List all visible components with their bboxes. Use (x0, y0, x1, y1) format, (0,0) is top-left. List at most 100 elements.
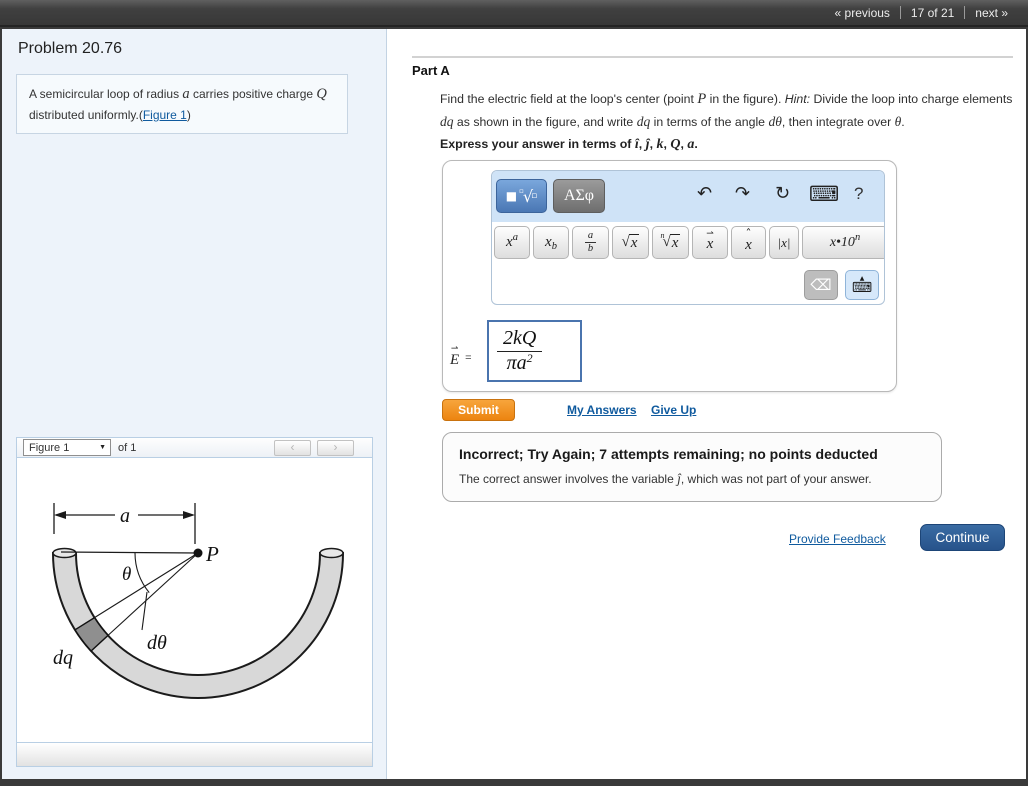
feedback-title: Incorrect; Try Again; 7 attempts remaini… (459, 446, 878, 462)
figure-widget: Figure 1 ▼ of 1 ‹ › a P θ dθ dq (16, 437, 373, 767)
question-segment: in terms of the angle (650, 115, 769, 130)
express-segment: . (694, 137, 698, 151)
give-up-link[interactable]: Give Up (651, 403, 696, 417)
tube-end-cap-right (319, 547, 344, 559)
feedback-segment: , which was not part of your answer. (680, 472, 872, 486)
btn-sup: a (512, 232, 518, 243)
semicircular-loop-figure: a P θ dθ dq (51, 503, 345, 699)
dim-arrow-left (54, 511, 66, 519)
backspace-button[interactable]: ⌫ (804, 270, 838, 300)
feedback-segment: The correct answer involves the variable (459, 472, 678, 486)
keyboard-toggle-keyboard-icon: ⌨ (851, 280, 873, 296)
label-theta: θ (122, 564, 131, 585)
redo-icon[interactable]: ↷ (735, 185, 750, 203)
previous-link[interactable]: « previous (825, 6, 900, 20)
unit-vector-button[interactable]: ˆx (731, 226, 766, 259)
express-segment: Express your answer in terms of (440, 137, 635, 151)
question-segment: Divide the loop into charge elements (810, 92, 1013, 106)
btn-frac-den: b (587, 243, 594, 254)
dtheta-leader-line (141, 591, 148, 631)
statement-text: carries positive charge (189, 87, 317, 101)
btn-label: |x| (777, 234, 791, 250)
point-P-dot (193, 548, 203, 558)
answer-input-box[interactable]: 2kQ πa2 (487, 320, 582, 382)
figure-canvas: a P θ dθ dq (16, 458, 373, 743)
var-a: a (182, 86, 190, 102)
answer-lhs-label: ⇀ E = (450, 345, 472, 369)
times-ten-power-button[interactable]: x•10 n (802, 226, 884, 259)
reset-icon[interactable]: ↻ (775, 185, 790, 203)
var-Q: Q (670, 137, 681, 152)
superscript-button[interactable]: xa (494, 226, 530, 259)
problem-statement: A semicircular loop of radius a carries … (16, 74, 348, 134)
figure-1-link[interactable]: Figure 1 (143, 108, 187, 122)
label-dq: dq (53, 647, 73, 669)
btn-sub: b (551, 241, 557, 252)
square-root-button[interactable]: √ x (612, 226, 649, 259)
statement-text: A semicircular loop of radius (29, 87, 183, 101)
templates-toggle-button[interactable]: ■ ▫ √ ▫ (496, 179, 547, 213)
question-segment: , then integrate over (781, 115, 895, 130)
dim-arrow-right (183, 511, 195, 519)
denominator-base: πa (506, 352, 527, 374)
page-content: Problem 20.76 A semicircular loop of rad… (2, 29, 1026, 779)
continue-button[interactable]: Continue (920, 524, 1005, 551)
editor-toolbar-header: ■ ▫ √ ▫ ΑΣφ ↶ ↷ ↻ ⌨ ? (492, 171, 884, 222)
figure-next-button[interactable]: › (317, 439, 354, 456)
question-segment: as shown in the figure, and write (453, 115, 637, 130)
var-dq: dq (440, 114, 454, 130)
btn-root-index: n (660, 231, 665, 240)
btn-frac-num: a (584, 230, 597, 243)
btn-radicand: x (669, 233, 681, 251)
denominator-exponent: 2 (526, 351, 533, 365)
keyboard-icon[interactable]: ⌨ (809, 184, 839, 205)
part-title: Part A (412, 63, 450, 78)
figure-select[interactable]: Figure 1 ▼ (23, 439, 111, 456)
btn-base: x (706, 236, 714, 252)
btn-base: x•10 (829, 234, 855, 250)
editor-toolbar-area: ■ ▫ √ ▫ ΑΣφ ↶ ↷ ↻ ⌨ ? xa xb a b √ x n √ … (491, 170, 885, 305)
template-square-icon: ■ (505, 189, 518, 203)
var-Q: Q (316, 86, 327, 102)
statement-text: distributed uniformly.( (29, 107, 143, 122)
question-segment: . (901, 115, 905, 130)
provide-feedback-link[interactable]: Provide Feedback (789, 532, 886, 546)
undo-icon[interactable]: ↶ (697, 185, 712, 203)
chevron-down-icon: ▼ (99, 444, 106, 451)
label-dtheta: dθ (147, 632, 167, 654)
express-instruction: Express your answer in terms of î, ĵ, k,… (440, 137, 698, 153)
feedback-body: The correct answer involves the variable… (459, 471, 925, 487)
var-dtheta: dθ (768, 114, 782, 130)
E-symbol: E (450, 352, 460, 368)
problem-title: Problem 20.76 (18, 40, 123, 57)
question-segment: in the figure). (706, 92, 785, 106)
greek-symbols-button[interactable]: ΑΣφ (553, 179, 605, 213)
express-segment: , (638, 137, 646, 151)
equals-sign: = (465, 352, 472, 364)
answer-denominator: πa2 (507, 352, 533, 374)
part-divider (412, 56, 1013, 58)
math-buttons-row: xa xb ab √ x n √ x ⇀ x ˆx |x| x•10 n (494, 226, 884, 259)
statement-text: ) (186, 107, 191, 122)
nth-root-button[interactable]: n √ x (652, 226, 689, 259)
btn-radicand: x (628, 233, 640, 251)
fraction-button[interactable]: ab (572, 226, 609, 259)
help-icon[interactable]: ? (854, 185, 863, 202)
figure-prev-button[interactable]: ‹ (274, 439, 311, 456)
my-answers-link[interactable]: My Answers (567, 403, 637, 417)
next-link[interactable]: next » (965, 6, 1018, 20)
template-box-icon: ▫ (531, 191, 538, 201)
var-dq: dq (636, 114, 651, 130)
absolute-value-button[interactable]: |x| (769, 226, 799, 259)
hint-label: Hint: (784, 92, 811, 106)
subscript-button[interactable]: xb (533, 226, 569, 259)
btn-base: x (745, 236, 752, 253)
submit-button[interactable]: Submit (442, 399, 515, 421)
top-navigation-bar: « previous 17 of 21 next » (0, 0, 1028, 27)
vector-button[interactable]: ⇀ x (692, 226, 728, 259)
keyboard-toggle-button[interactable]: ▲ ⌨ (845, 270, 879, 300)
figure-footer-bar (16, 743, 373, 767)
item-counter: 17 of 21 (910, 5, 955, 20)
label-P: P (205, 542, 219, 566)
answer-numerator: 2kQ (497, 328, 543, 352)
